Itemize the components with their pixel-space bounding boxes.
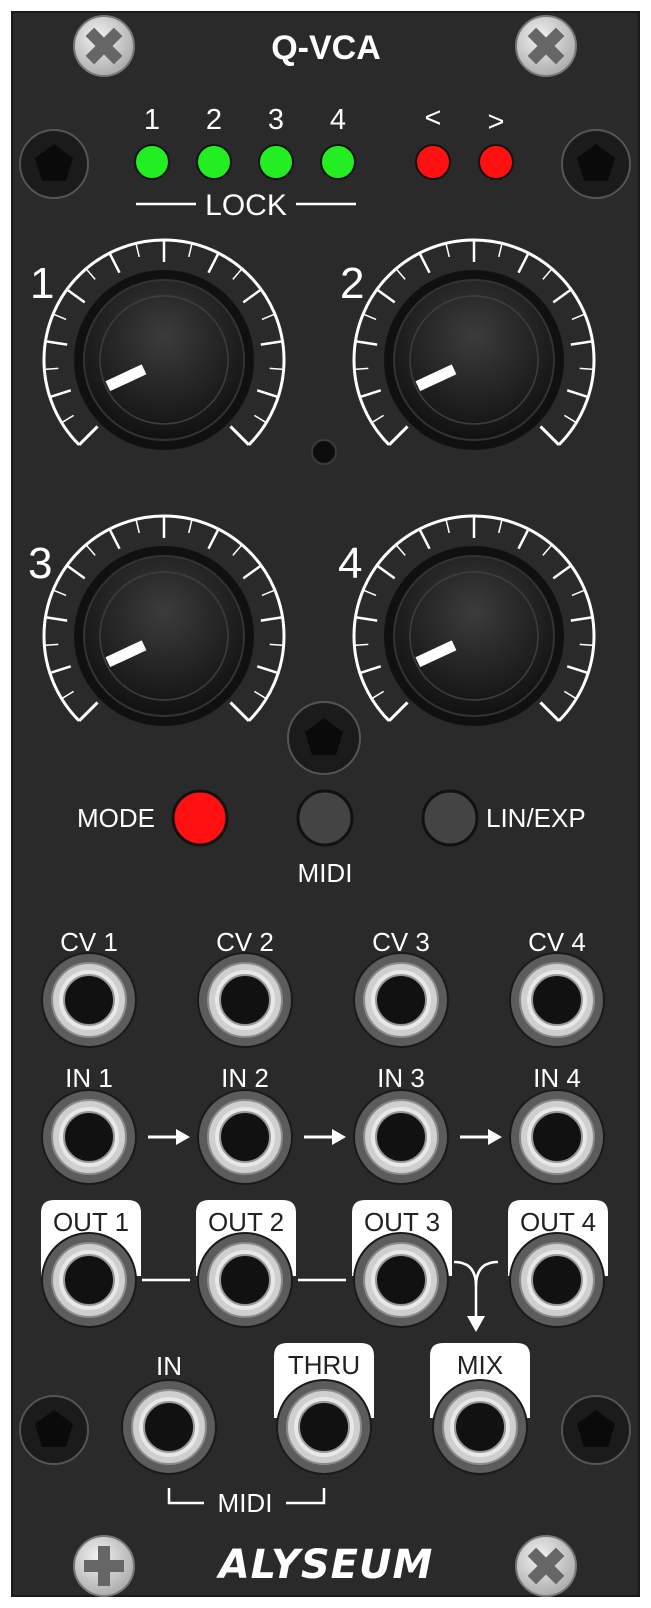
- module-title: Q-VCA: [271, 29, 381, 67]
- lock-channel-4-label: 4: [329, 104, 347, 136]
- lock-channel-3-label: 3: [267, 104, 285, 136]
- in-2-jack[interactable]: [197, 1089, 293, 1185]
- mounting-hole-icon: [19, 129, 89, 199]
- nav-left-label: <: [424, 102, 442, 134]
- in-2-label: IN 2: [221, 1063, 269, 1093]
- out-4-label: OUT 4: [519, 1207, 597, 1237]
- in-3-jack[interactable]: [353, 1089, 449, 1185]
- lin-exp-button-label: LIN/EXP: [486, 803, 586, 833]
- lock-led-1: [134, 144, 170, 180]
- cv-1-label: CV 1: [60, 927, 118, 957]
- out-2-label: OUT 2: [207, 1207, 285, 1237]
- nav-left-led: [415, 144, 451, 180]
- in-4-label: IN 4: [533, 1063, 581, 1093]
- mounting-hole-icon: [19, 1395, 89, 1465]
- out-3-label: OUT 3: [363, 1207, 441, 1237]
- lock-led-3: [258, 144, 294, 180]
- midi-button-label: MIDI: [297, 858, 353, 888]
- mounting-hole-icon: [287, 701, 361, 775]
- mix-jack[interactable]: [432, 1379, 528, 1475]
- midi-button[interactable]: [296, 789, 354, 847]
- out-4-jack[interactable]: [509, 1232, 605, 1328]
- mode-button-label: MODE: [77, 803, 155, 833]
- mounting-hole-icon: [561, 1395, 631, 1465]
- lock-label: LOCK: [205, 189, 287, 222]
- in-3-label: IN 3: [377, 1063, 425, 1093]
- cv-2-jack[interactable]: [197, 952, 293, 1048]
- lock-channel-2-label: 2: [205, 104, 223, 136]
- in-4-jack[interactable]: [509, 1089, 605, 1185]
- eurorack-module: Q-VCA 1 2 3 4 < > LOCK 1 2 3 4 MODE MIDI…: [0, 0, 651, 1608]
- out-1-jack[interactable]: [41, 1232, 137, 1328]
- center-led-hole: [311, 439, 337, 465]
- mode-button[interactable]: [171, 789, 229, 847]
- lin-exp-button[interactable]: [421, 789, 479, 847]
- cv-3-label: CV 3: [372, 927, 430, 957]
- out-1-label: OUT 1: [52, 1207, 130, 1237]
- nav-right-led: [478, 144, 514, 180]
- midi-group-label: MIDI: [217, 1488, 273, 1518]
- lock-led-2: [196, 144, 232, 180]
- phillips-screw-icon: [515, 15, 577, 77]
- midi-thru-jack[interactable]: [276, 1379, 372, 1475]
- in-1-jack[interactable]: [41, 1089, 137, 1185]
- cv-4-jack[interactable]: [509, 952, 605, 1048]
- cv-2-label: CV 2: [216, 927, 274, 957]
- out-3-jack[interactable]: [353, 1232, 449, 1328]
- nav-right-label: >: [487, 106, 505, 138]
- knob-4-label: 4: [338, 539, 363, 588]
- lock-channel-1-label: 1: [143, 104, 161, 136]
- phillips-screw-icon: [73, 15, 135, 77]
- cv-1-jack[interactable]: [41, 952, 137, 1048]
- phillips-screw-icon: [73, 1535, 135, 1597]
- out-2-jack[interactable]: [197, 1232, 293, 1328]
- knob-3-label: 3: [28, 539, 53, 588]
- midi-in-jack[interactable]: [121, 1379, 217, 1475]
- cv-4-label: CV 4: [528, 927, 586, 957]
- mounting-hole-icon: [561, 129, 631, 199]
- knob-1-label: 1: [30, 259, 55, 308]
- phillips-screw-icon: [515, 1535, 577, 1597]
- midi-thru-label: THRU: [287, 1350, 361, 1380]
- mix-label: MIX: [456, 1350, 504, 1380]
- lock-led-4: [320, 144, 356, 180]
- in-1-label: IN 1: [65, 1063, 113, 1093]
- midi-in-label: IN: [156, 1351, 182, 1381]
- cv-3-jack[interactable]: [353, 952, 449, 1048]
- knob-2-label: 2: [340, 259, 365, 308]
- brand-logo: ALYSEUM: [218, 1542, 434, 1588]
